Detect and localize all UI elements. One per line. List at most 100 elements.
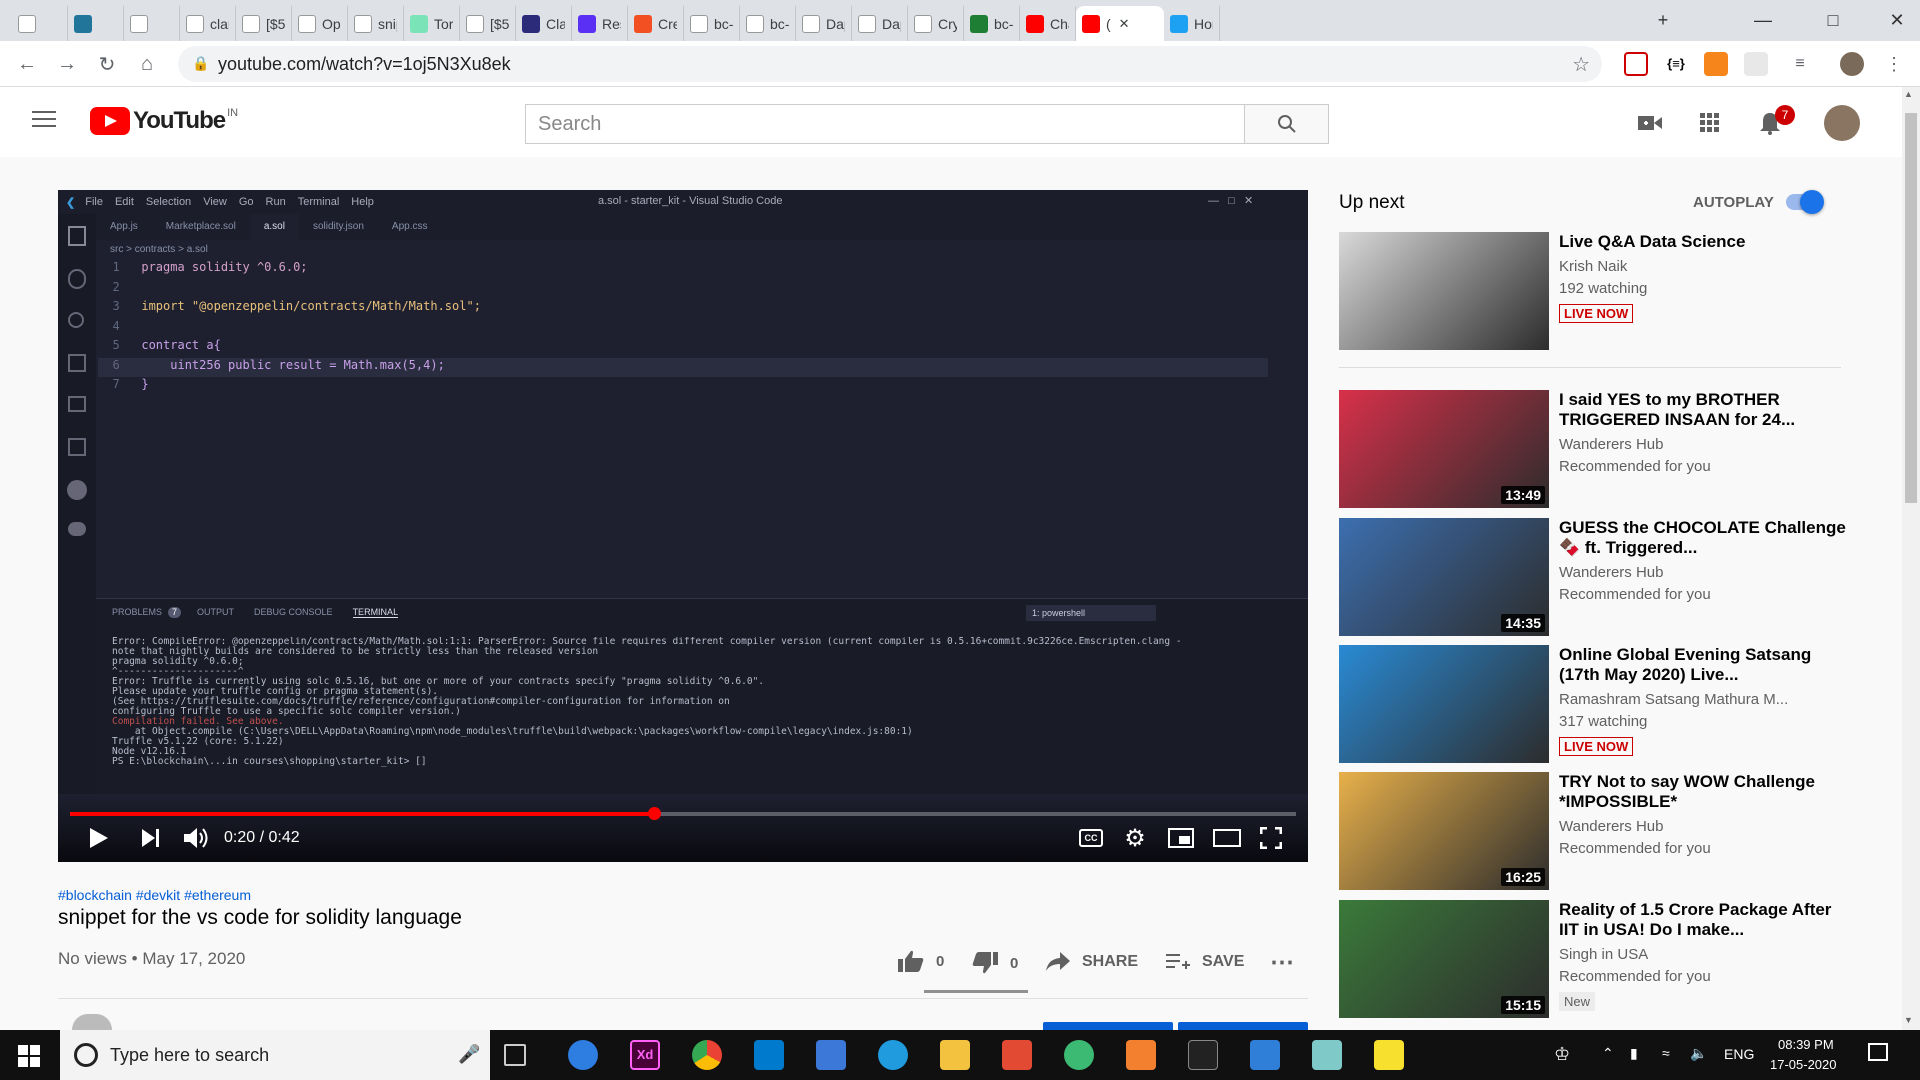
extension-pocket-icon[interactable] [1624, 52, 1648, 76]
progress-scrubber-handle[interactable] [647, 807, 661, 820]
taskbar-sublime-icon[interactable] [1126, 1040, 1156, 1070]
browser-tab[interactable]: snipp [348, 6, 404, 41]
browser-tab[interactable]: Chan [1020, 6, 1076, 41]
scrollbar-thumb[interactable] [1905, 113, 1917, 503]
taskbar-gitkraken-icon[interactable] [1064, 1040, 1094, 1070]
taskbar-chrome-icon[interactable] [692, 1040, 722, 1070]
address-bar[interactable]: 🔒 youtube.com/watch?v=1oj5N3Xu8ek ☆ [178, 46, 1602, 82]
extension-grey-icon[interactable] [1744, 52, 1768, 76]
reload-icon[interactable]: ↻ [92, 49, 122, 79]
browser-tab[interactable]: (✕ [1076, 6, 1164, 41]
video-progress-bar[interactable] [70, 807, 1296, 820]
taskbar-app-browser-icon[interactable] [568, 1040, 598, 1070]
search-button[interactable] [1244, 104, 1329, 144]
browser-tab[interactable]: Torn [404, 6, 460, 41]
browser-tab[interactable]: Cryp [908, 6, 964, 41]
browser-tab[interactable]: Creat [628, 6, 684, 41]
up-next-video[interactable]: Live Q&A Data Science Krish Naik 192 watch… [1339, 232, 1859, 352]
channel-name[interactable]: Wanderers Hub [1559, 818, 1664, 835]
taskbar-git-icon[interactable] [1002, 1040, 1032, 1070]
autoplay-toggle[interactable] [1786, 190, 1824, 214]
clock-time[interactable]: 08:39 PM [1778, 1037, 1834, 1052]
video-thumbnail[interactable] [1339, 645, 1549, 763]
browser-tab[interactable] [68, 6, 124, 41]
taskbar-safari-icon[interactable] [878, 1040, 908, 1070]
settings-gear-icon[interactable]: ⚙ [1120, 823, 1150, 853]
video-title[interactable]: TRY Not to say WOW Challenge *IMPOSSIBLE… [1559, 772, 1849, 812]
taskbar-file-explorer-icon[interactable] [940, 1040, 970, 1070]
extension-metamask-icon[interactable] [1704, 52, 1728, 76]
scroll-up-arrow-icon[interactable]: ▲ [1904, 89, 1913, 99]
volume-button[interactable] [180, 823, 214, 853]
apps-grid-icon[interactable] [1696, 109, 1724, 137]
close-tab-icon[interactable]: ✕ [1119, 16, 1130, 32]
back-icon[interactable]: ← [12, 49, 42, 79]
people-icon[interactable]: ♔ [1554, 1044, 1570, 1065]
up-next-video[interactable]: 13:49 I said YES to my BROTHER TRIGGERED … [1339, 390, 1859, 510]
save-button[interactable]: SAVE [1166, 952, 1244, 972]
taskbar-adobe-xd-icon[interactable]: Xd [630, 1040, 660, 1070]
minimize-window-button[interactable]: — [1740, 0, 1786, 41]
browser-tab[interactable]: bc-cc [740, 6, 796, 41]
video-player[interactable]: ❮ File Edit Selection View Go Run Terminal Help… [58, 190, 1308, 862]
dislike-button[interactable]: 0 [972, 952, 1018, 974]
page-scrollbar[interactable]: ▲ ▼ [1902, 87, 1920, 1030]
share-button[interactable]: SHARE [1046, 952, 1138, 972]
hamburger-menu-icon[interactable] [32, 111, 56, 129]
video-thumbnail[interactable] [1339, 232, 1549, 350]
video-thumbnail[interactable]: 16:25 [1339, 772, 1549, 890]
up-next-video[interactable]: Online Global Evening Satsang (17th May … [1339, 645, 1859, 765]
fullscreen-button[interactable] [1254, 823, 1288, 853]
up-next-video[interactable]: 16:25 TRY Not to say WOW Challenge *IMPOS… [1339, 772, 1859, 892]
channel-name[interactable]: Wanderers Hub [1559, 436, 1664, 453]
profile-avatar[interactable] [1840, 52, 1864, 76]
maximize-window-button[interactable]: □ [1810, 0, 1856, 41]
browser-tab[interactable]: Oper [292, 6, 348, 41]
like-button[interactable]: 0 [898, 950, 944, 972]
input-language[interactable]: ENG [1724, 1046, 1754, 1062]
video-thumbnail[interactable]: 13:49 [1339, 390, 1549, 508]
close-window-button[interactable]: ✕ [1874, 0, 1920, 41]
taskbar-notepad-icon[interactable] [1312, 1040, 1342, 1070]
join-button[interactable] [1043, 1022, 1173, 1030]
volume-tray-icon[interactable]: 🔈 [1690, 1045, 1707, 1062]
forward-icon[interactable]: → [52, 49, 82, 79]
media-control-icon[interactable]: ≡ [1788, 52, 1812, 76]
action-center-icon[interactable] [1868, 1043, 1888, 1061]
browser-tab[interactable]: Hom [1164, 6, 1220, 41]
video-thumbnail[interactable]: 14:35 [1339, 518, 1549, 636]
video-title[interactable]: GUESS the CHOCOLATE Challenge 🍫 ft. Trig… [1559, 518, 1849, 558]
browser-tab[interactable]: Clari [516, 6, 572, 41]
taskbar-sticky-notes-icon[interactable] [1374, 1040, 1404, 1070]
bookmark-star-icon[interactable]: ☆ [1572, 52, 1590, 77]
browser-tab[interactable]: Reso [572, 6, 628, 41]
wifi-icon[interactable]: ≈ [1662, 1045, 1670, 1061]
channel-name[interactable]: Ramashram Satsang Mathura M... [1559, 691, 1788, 708]
search-input[interactable]: Search [525, 104, 1245, 144]
new-tab-button[interactable]: + [1640, 0, 1686, 41]
video-title[interactable]: Reality of 1.5 Crore Package After IIT i… [1559, 900, 1849, 940]
extension-json-icon[interactable]: {≡} [1664, 52, 1688, 76]
subtitles-button[interactable]: CC [1076, 823, 1106, 853]
browser-tab[interactable]: bc-cc [684, 6, 740, 41]
task-view-icon[interactable] [504, 1044, 526, 1066]
up-next-video[interactable]: 15:15 Reality of 1.5 Crore Package After … [1339, 900, 1859, 1020]
taskbar-search-box[interactable]: Type here to search 🎤 [60, 1030, 490, 1080]
home-icon[interactable]: ⌂ [132, 49, 162, 79]
browser-tab[interactable]: clarit [180, 6, 236, 41]
miniplayer-button[interactable] [1164, 823, 1198, 853]
channel-name[interactable]: Singh in USA [1559, 946, 1648, 963]
play-button[interactable] [84, 823, 114, 853]
create-video-icon[interactable] [1636, 109, 1664, 137]
browser-tab[interactable] [12, 6, 68, 41]
channel-avatar[interactable] [72, 1014, 112, 1030]
scroll-down-arrow-icon[interactable]: ▼ [1904, 1015, 1913, 1025]
youtube-logo[interactable]: YouTube IN [90, 107, 238, 135]
browser-tab[interactable]: Dapp [796, 6, 852, 41]
browser-tab[interactable]: [$50 [460, 6, 516, 41]
browser-tab[interactable] [124, 6, 180, 41]
taskbar-app-icon[interactable] [1250, 1040, 1280, 1070]
show-hidden-icons[interactable]: ⌃ [1602, 1045, 1614, 1062]
account-avatar[interactable] [1824, 105, 1860, 141]
video-title[interactable]: Live Q&A Data Science [1559, 232, 1849, 252]
